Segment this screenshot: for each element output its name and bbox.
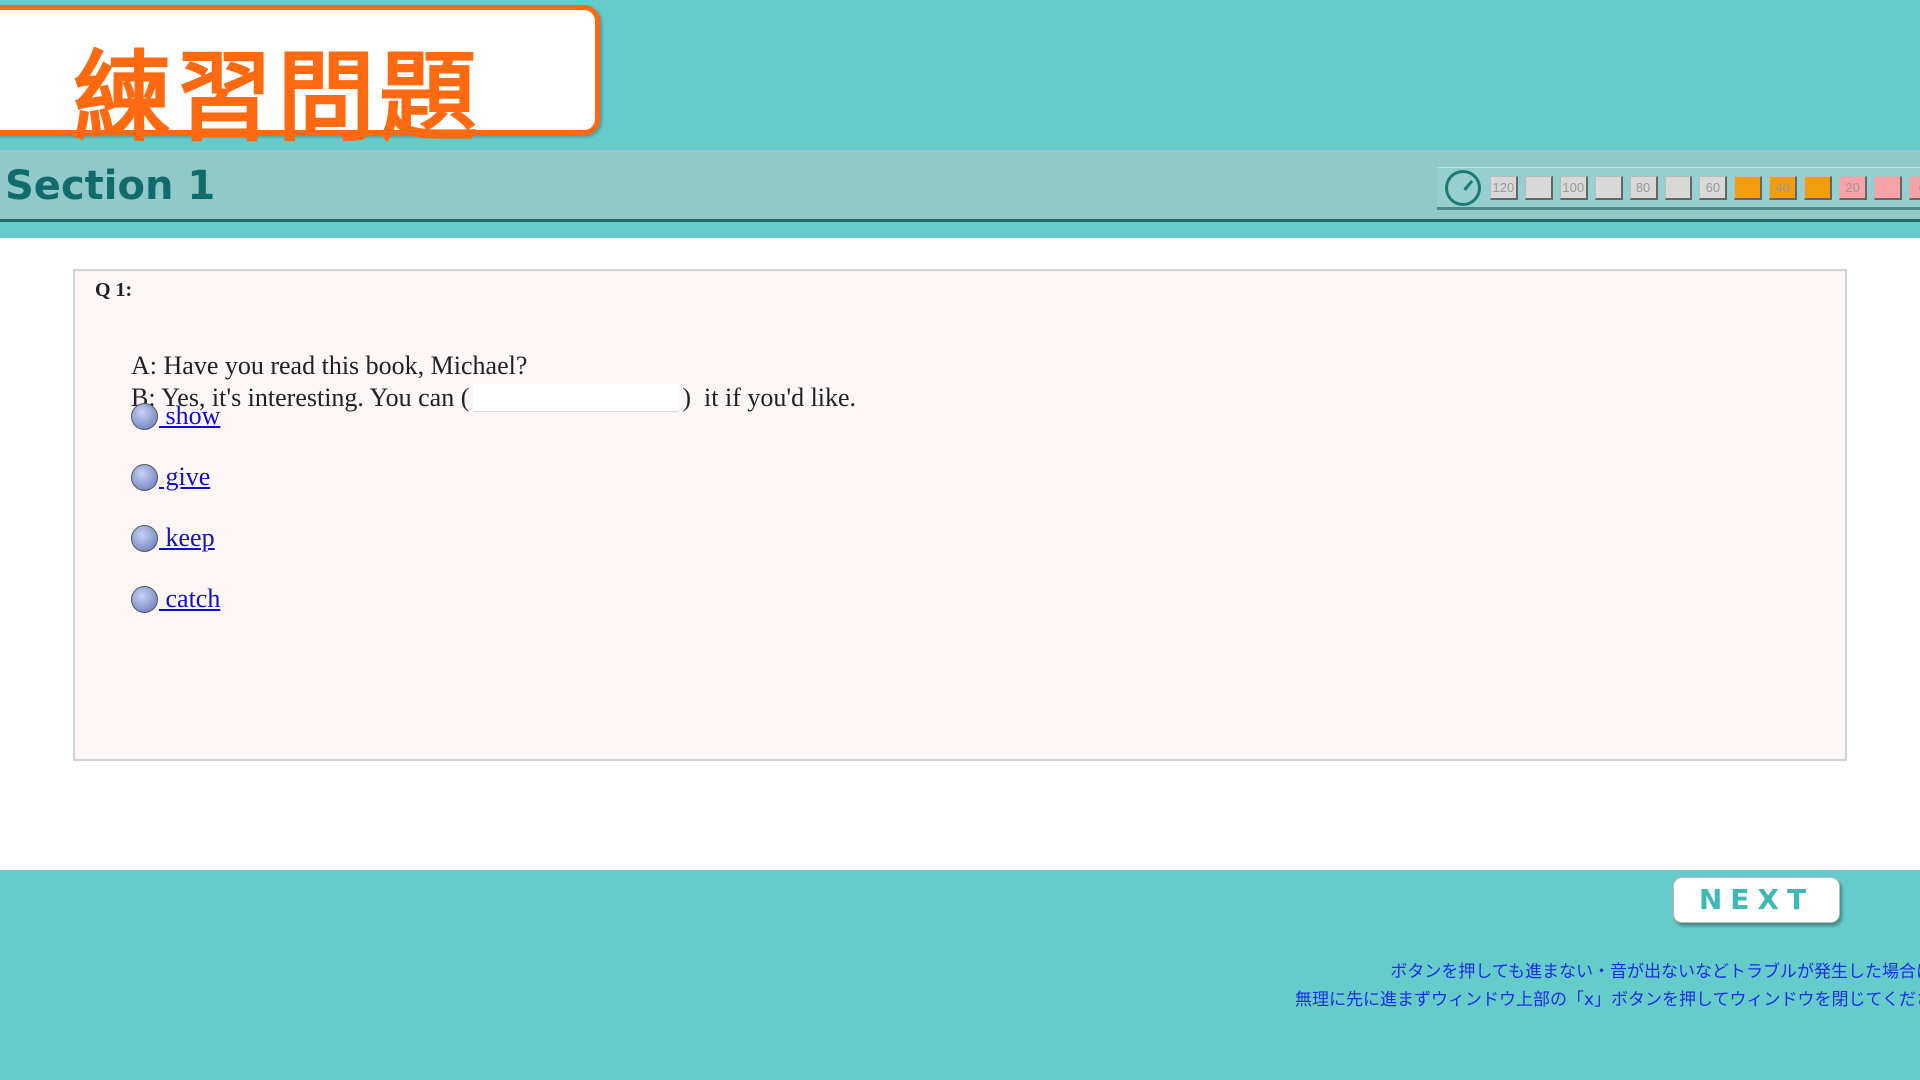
timer-segment [1594, 175, 1623, 200]
dialogue-line-b: B: Yes, it's interesting. You can () it … [131, 383, 856, 413]
option-show[interactable]: show [131, 401, 220, 431]
section-title: Section 1 [5, 163, 216, 209]
dialogue-line-a: A: Have you read this book, Michael? [131, 351, 528, 380]
radio-button[interactable] [131, 585, 158, 613]
answer-blank [473, 384, 679, 412]
radio-button[interactable] [131, 402, 158, 430]
divider [0, 222, 1920, 238]
timer-segment [1874, 175, 1902, 200]
timer-segment [1664, 175, 1693, 200]
timer-segment: 80 [1629, 175, 1658, 200]
option-link[interactable]: keep [159, 523, 215, 553]
option-link[interactable]: show [159, 401, 221, 431]
option-link[interactable]: give [159, 462, 211, 492]
radio-button[interactable] [131, 463, 158, 491]
stopwatch-icon [1445, 169, 1481, 206]
question-panel: Q 1: A: Have you read this book, Michael… [73, 269, 1847, 761]
timer-segment: 120 [1489, 175, 1518, 200]
header-band: 練習問題 [0, 0, 1920, 155]
timer-bar: 120 100 80 60 40 20 0 [1437, 167, 1920, 210]
trouble-note-line1: ボタンを押しても進まない・音が出ないなどトラブルが発生した場合には [1390, 962, 1920, 982]
option-catch[interactable]: catch [131, 584, 220, 614]
question-number: Q 1: [95, 279, 133, 301]
title-banner: 練習問題 [0, 5, 600, 155]
timer-segment: 0 [1908, 175, 1920, 200]
timer-segment [1734, 175, 1763, 200]
option-keep[interactable]: keep [131, 523, 215, 553]
next-button[interactable]: NEXT [1673, 877, 1840, 923]
radio-button[interactable] [131, 524, 158, 552]
timer-segment: 40 [1769, 175, 1798, 200]
timer-segment: 60 [1699, 175, 1728, 200]
timer-segment [1804, 175, 1833, 200]
timer-segment: 20 [1839, 175, 1868, 200]
trouble-note-line2: 無理に先に進まずウィンドウ上部の「x」ボタンを押してウィンドウを閉じてください [1294, 990, 1920, 1010]
line-b-after: ) it if you'd like. [682, 383, 857, 412]
option-give[interactable]: give [131, 462, 210, 492]
timer-segment [1524, 175, 1553, 200]
timer-segment: 100 [1559, 175, 1588, 200]
option-link[interactable]: catch [159, 584, 221, 614]
page-title: 練習問題 [73, 41, 482, 155]
footer: NEXT ボタンを押しても進まない・音が出ないなどトラブルが発生した場合には 無… [0, 870, 1920, 1080]
